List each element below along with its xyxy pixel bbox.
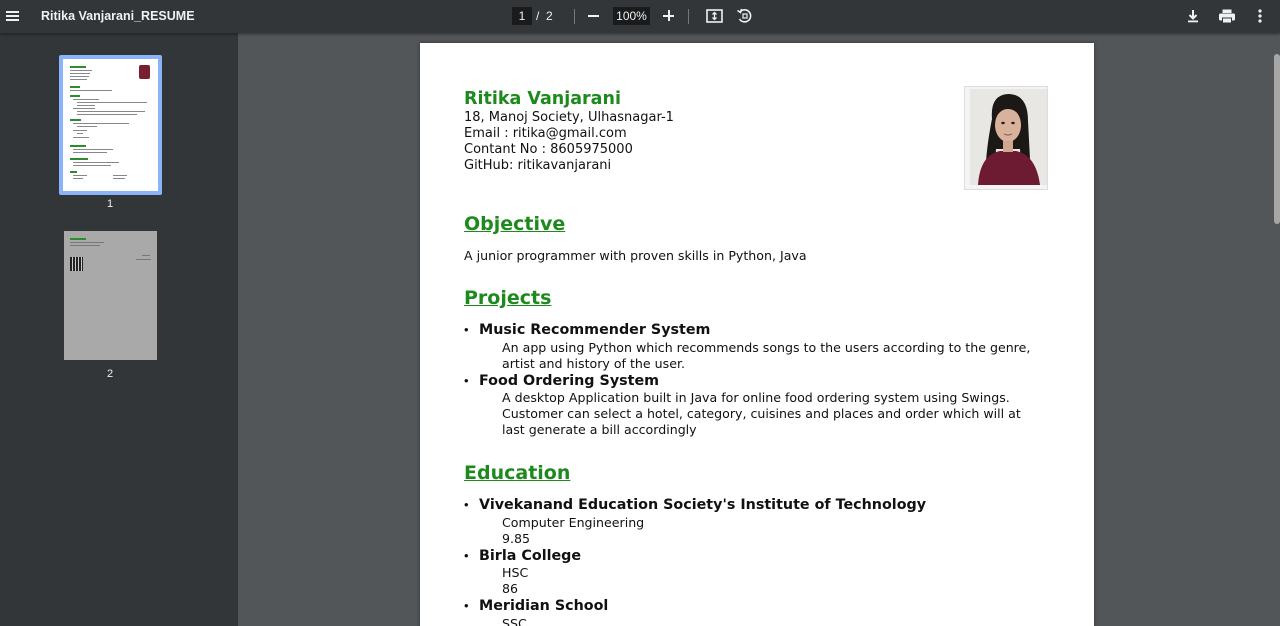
education-heading: Education — [464, 462, 571, 484]
resume-contact: Contant No : 8605975000 — [464, 142, 633, 157]
zoom-in-button[interactable] — [659, 6, 679, 26]
thumbnail-sidebar: 1 2 — [0, 33, 238, 626]
projects-heading: Projects — [464, 287, 552, 309]
fit-to-page-icon[interactable] — [704, 6, 726, 26]
education-score: 86 — [502, 581, 519, 596]
toolbar-divider — [688, 9, 689, 24]
document-viewer[interactable]: Ritika Vanjarani 18, Manoj Society, Ulha… — [238, 33, 1280, 626]
education-title: Vivekanand Education Society's Institute… — [479, 497, 927, 513]
pdf-page-1: Ritika Vanjarani 18, Manoj Society, Ulha… — [420, 43, 1094, 626]
menu-icon[interactable] — [2, 5, 24, 27]
education-score: 9.85 — [502, 531, 531, 546]
page-thumbnail-1[interactable] — [59, 55, 162, 195]
toolbar-divider — [574, 9, 575, 24]
resume-name: Ritika Vanjarani — [464, 89, 621, 109]
bullet: • — [464, 497, 469, 512]
bullet: • — [464, 373, 469, 388]
download-icon[interactable] — [1183, 6, 1203, 26]
project-title: Food Ordering System — [479, 373, 660, 389]
zoom-out-button[interactable] — [584, 6, 604, 26]
resume-email: Email : ritika@gmail.com — [464, 126, 627, 141]
page-thumbnail-2[interactable] — [64, 231, 157, 360]
page-number-input[interactable] — [512, 7, 532, 25]
bullet: • — [464, 598, 469, 613]
project-description: A desktop Application built in Java for … — [502, 390, 1021, 437]
bullet: • — [464, 322, 469, 337]
education-detail: Computer Engineering — [502, 515, 645, 530]
bullet: • — [464, 548, 469, 563]
thumbnail-label-1: 1 — [107, 198, 114, 210]
resume-github: GitHub: ritikavanjarani — [464, 158, 612, 173]
project-description: An app using Python which recommends son… — [502, 340, 1031, 371]
print-icon[interactable] — [1216, 6, 1238, 26]
document-title: Ritika Vanjarani_RESUME — [41, 9, 195, 23]
scrollbar-thumb[interactable] — [1274, 54, 1280, 224]
page-separator: / — [536, 9, 540, 23]
thumbnail-label-2: 2 — [107, 368, 114, 380]
education-title: Meridian School — [479, 598, 609, 614]
more-options-icon[interactable] — [1250, 6, 1270, 26]
objective-text: A junior programmer with proven skills i… — [464, 248, 807, 263]
education-detail: HSC — [502, 565, 529, 580]
education-title: Birla College — [479, 548, 582, 564]
profile-photo — [964, 86, 1048, 190]
project-title: Music Recommender System — [479, 322, 711, 338]
education-detail: SSC — [502, 616, 527, 626]
objective-heading: Objective — [464, 213, 566, 235]
page-total: 2 — [546, 9, 553, 23]
pdf-toolbar: Ritika Vanjarani_RESUME / 2 — [0, 0, 1280, 33]
zoom-level-input[interactable] — [613, 7, 650, 25]
vertical-scrollbar[interactable] — [1274, 33, 1280, 626]
resume-address: 18, Manoj Society, Ulhasnagar-1 — [464, 110, 674, 125]
rotate-icon[interactable] — [735, 6, 755, 26]
